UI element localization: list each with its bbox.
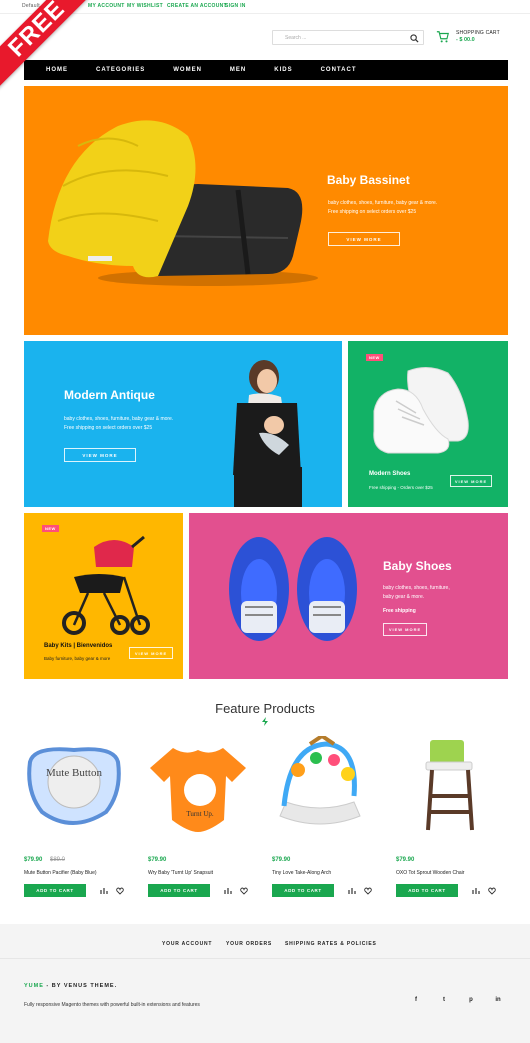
nav-home[interactable]: Home — [46, 60, 68, 80]
nav-categories[interactable]: Categories — [96, 60, 145, 80]
modern-shoes-subtitle: Free shipping - Orders over $25 — [369, 485, 433, 490]
cart-icon — [436, 31, 449, 43]
banner-baby-bassinet[interactable]: Baby Bassinet baby clothes, shoes, furni… — [24, 86, 508, 335]
modern-shoes-title: Modern Shoes — [369, 471, 411, 477]
antique-title: Modern Antique — [64, 388, 155, 402]
facebook-icon[interactable]: f — [412, 997, 420, 1005]
footer: Your Account Your Orders Shipping Rates … — [0, 924, 530, 1043]
product-image-arch[interactable] — [270, 736, 370, 836]
nav-kids[interactable]: Kids — [274, 60, 292, 80]
compare-icon[interactable] — [100, 887, 108, 895]
wishlist-heart-icon[interactable] — [116, 887, 124, 895]
product-image-snapsuit[interactable]: Turnt Up. — [148, 742, 248, 836]
baby-shoes-view-more-button[interactable]: View More — [383, 623, 427, 636]
footer-brand: YUME - BY VENUS THEME. — [24, 983, 117, 989]
product-old-price: $89.0 — [50, 857, 66, 863]
pinterest-icon[interactable]: p — [467, 997, 475, 1005]
snapsuit-text: Turnt Up. — [186, 810, 214, 818]
kits-title: Baby Kits | Bienvenidos — [44, 643, 113, 649]
wishlist-heart-icon[interactable] — [240, 887, 248, 895]
product-name[interactable]: Mute Button Pacifier (Baby Blue) — [24, 870, 97, 876]
white-shoes-image — [373, 367, 469, 454]
stroller-image — [62, 535, 150, 635]
product-price: $79.90 — [272, 857, 291, 863]
create-account-link[interactable]: Create an Account — [167, 3, 227, 9]
banner-modern-shoes[interactable]: NEW Modern Shoes Free shipping - Orders … — [348, 341, 508, 507]
compare-icon[interactable] — [472, 887, 480, 895]
my-wishlist-link[interactable]: My Wishlist — [127, 3, 163, 9]
shopping-cart[interactable]: Shopping Cart - $ 00.0 — [436, 29, 526, 49]
cart-amount: - $ 00.0 — [456, 37, 475, 43]
product-price: $79.90 — [24, 857, 43, 863]
bassinet-view-more-button[interactable]: View More — [328, 232, 400, 246]
new-badge: NEW — [366, 354, 383, 361]
antique-view-more-button[interactable]: View More — [64, 448, 136, 462]
main-nav: Home Categories Women Men Kids Contact — [24, 60, 508, 80]
bassinet-title: Baby Bassinet — [327, 173, 410, 187]
footer-divider — [0, 958, 530, 959]
footer-description: Fully responsive Magento themes with pow… — [24, 1002, 200, 1008]
footer-your-account-link[interactable]: Your Account — [162, 941, 212, 947]
brand-accent: YUME — [24, 983, 44, 989]
add-to-cart-button[interactable]: Add to Cart — [272, 884, 334, 897]
baby-shoes-free-shipping: Free shipping — [383, 608, 416, 614]
add-to-cart-button[interactable]: Add to Cart — [148, 884, 210, 897]
modern-shoes-view-more-button[interactable]: View More — [450, 475, 492, 487]
wishlist-heart-icon[interactable] — [488, 887, 496, 895]
linkedin-icon[interactable]: in — [494, 997, 502, 1005]
add-to-cart-button[interactable]: Add to Cart — [396, 884, 458, 897]
cart-label: Shopping Cart — [456, 30, 500, 36]
bassinet-image — [48, 120, 318, 286]
brand-rest: - BY VENUS THEME. — [43, 983, 118, 989]
product-name[interactable]: OXO Tot Sprout Wooden Chair — [396, 870, 464, 876]
product-price: $79.90 — [396, 857, 415, 863]
compare-icon[interactable] — [224, 887, 232, 895]
kits-view-more-button[interactable]: View More — [129, 647, 173, 659]
add-to-cart-button[interactable]: Add to Cart — [24, 884, 86, 897]
banner-baby-shoes[interactable]: Baby Shoes baby clothes, shoes, furnitur… — [189, 513, 508, 679]
search-input[interactable]: Search ... — [272, 30, 424, 45]
blue-shoes-image — [229, 537, 357, 641]
nav-women[interactable]: Women — [173, 60, 202, 80]
baby-shoes-desc-2: baby gear & more. — [383, 594, 425, 600]
bassinet-desc-2: Free shipping on select orders over $25 — [328, 209, 417, 215]
nav-contact[interactable]: Contact — [321, 60, 357, 80]
search-icon[interactable] — [410, 34, 419, 43]
product-name[interactable]: Wry Baby 'Turnt Up' Snapsuit — [148, 870, 213, 876]
product-image-pacifier[interactable]: Mute Button — [22, 742, 126, 836]
banner-modern-antique[interactable]: Modern Antique baby clothes, shoes, furn… — [24, 341, 342, 507]
product-image-chair[interactable] — [420, 734, 480, 834]
footer-your-orders-link[interactable]: Your Orders — [226, 941, 272, 947]
product-name[interactable]: Tiny Love Take-Along Arch — [272, 870, 331, 876]
compare-icon[interactable] — [348, 887, 356, 895]
lightning-icon — [262, 717, 268, 726]
feature-products-title: Feature Products — [215, 701, 315, 716]
twitter-icon[interactable]: t — [440, 997, 448, 1005]
antique-desc-2: Free shipping on select orders over $25 — [64, 425, 153, 431]
sign-in-link[interactable]: Sign In — [225, 3, 246, 9]
wishlist-heart-icon[interactable] — [364, 887, 372, 895]
nav-men[interactable]: Men — [230, 60, 246, 80]
my-account-link[interactable]: My Account — [88, 3, 125, 9]
search-placeholder: Search ... — [285, 35, 307, 41]
kits-subtitle: Baby furniture, baby gear & more — [44, 656, 111, 661]
banner-baby-kits[interactable]: NEW Baby Kits | Bienvenidos Baby furnitu… — [24, 513, 183, 679]
baby-shoes-title: Baby Shoes — [383, 559, 452, 573]
pacifier-text: Mute Button — [46, 767, 102, 779]
footer-shipping-link[interactable]: Shipping Rates & Policies — [285, 941, 377, 947]
mother-baby-image — [233, 360, 302, 507]
product-price: $79.90 — [148, 857, 167, 863]
